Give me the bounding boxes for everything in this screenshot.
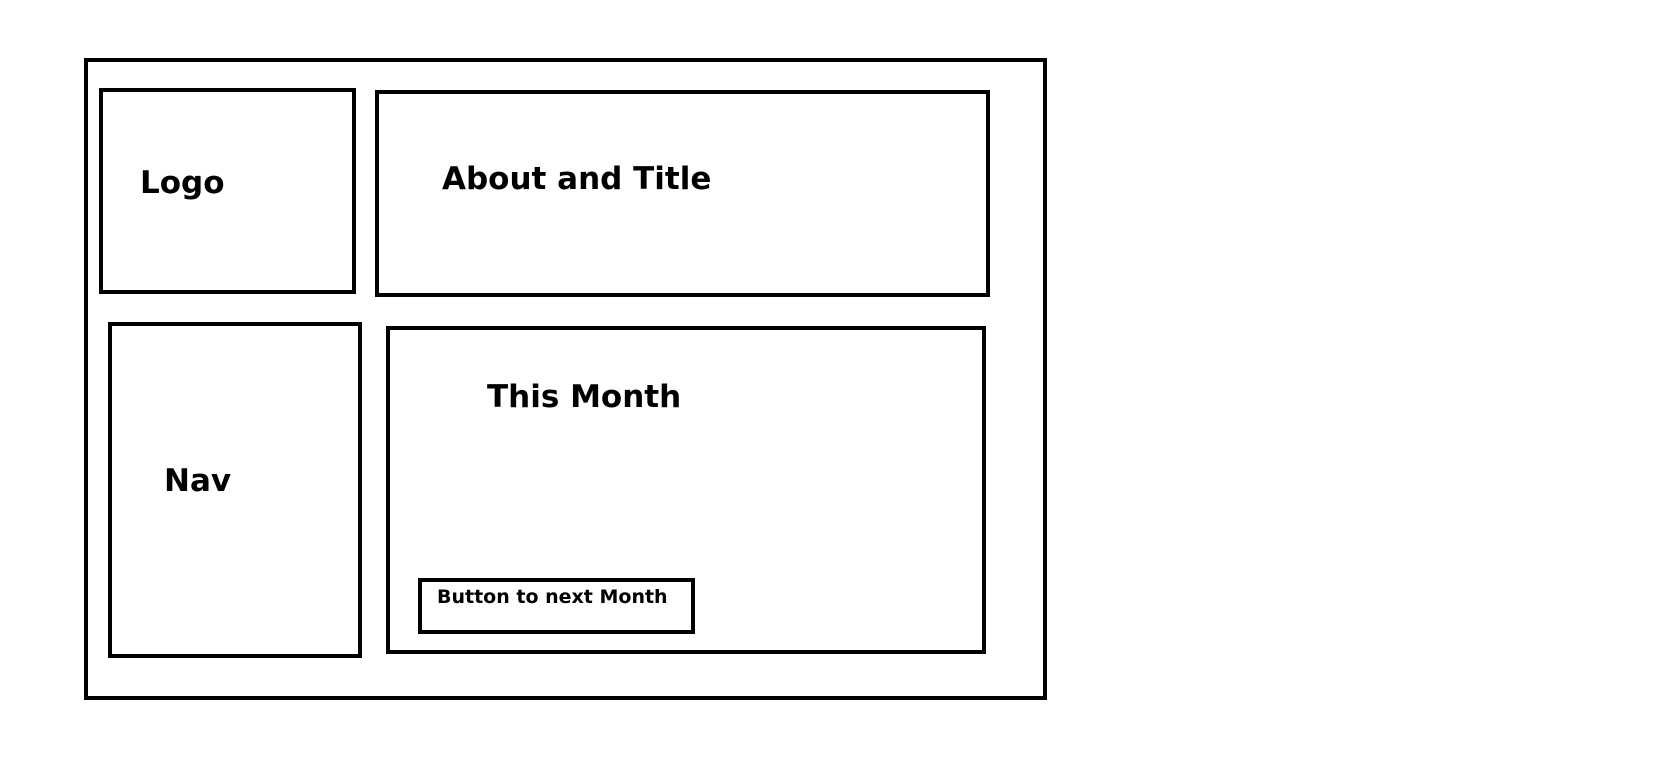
logo-region: Logo bbox=[99, 88, 356, 294]
about-title-region: About and Title bbox=[375, 90, 990, 297]
next-month-button-label: Button to next Month bbox=[437, 586, 668, 608]
nav-label: Nav bbox=[164, 463, 232, 499]
about-title-label: About and Title bbox=[442, 161, 712, 197]
nav-region: Nav bbox=[108, 322, 362, 658]
logo-label: Logo bbox=[140, 165, 225, 201]
this-month-label: This Month bbox=[487, 379, 682, 415]
next-month-button[interactable]: Button to next Month bbox=[418, 578, 695, 634]
